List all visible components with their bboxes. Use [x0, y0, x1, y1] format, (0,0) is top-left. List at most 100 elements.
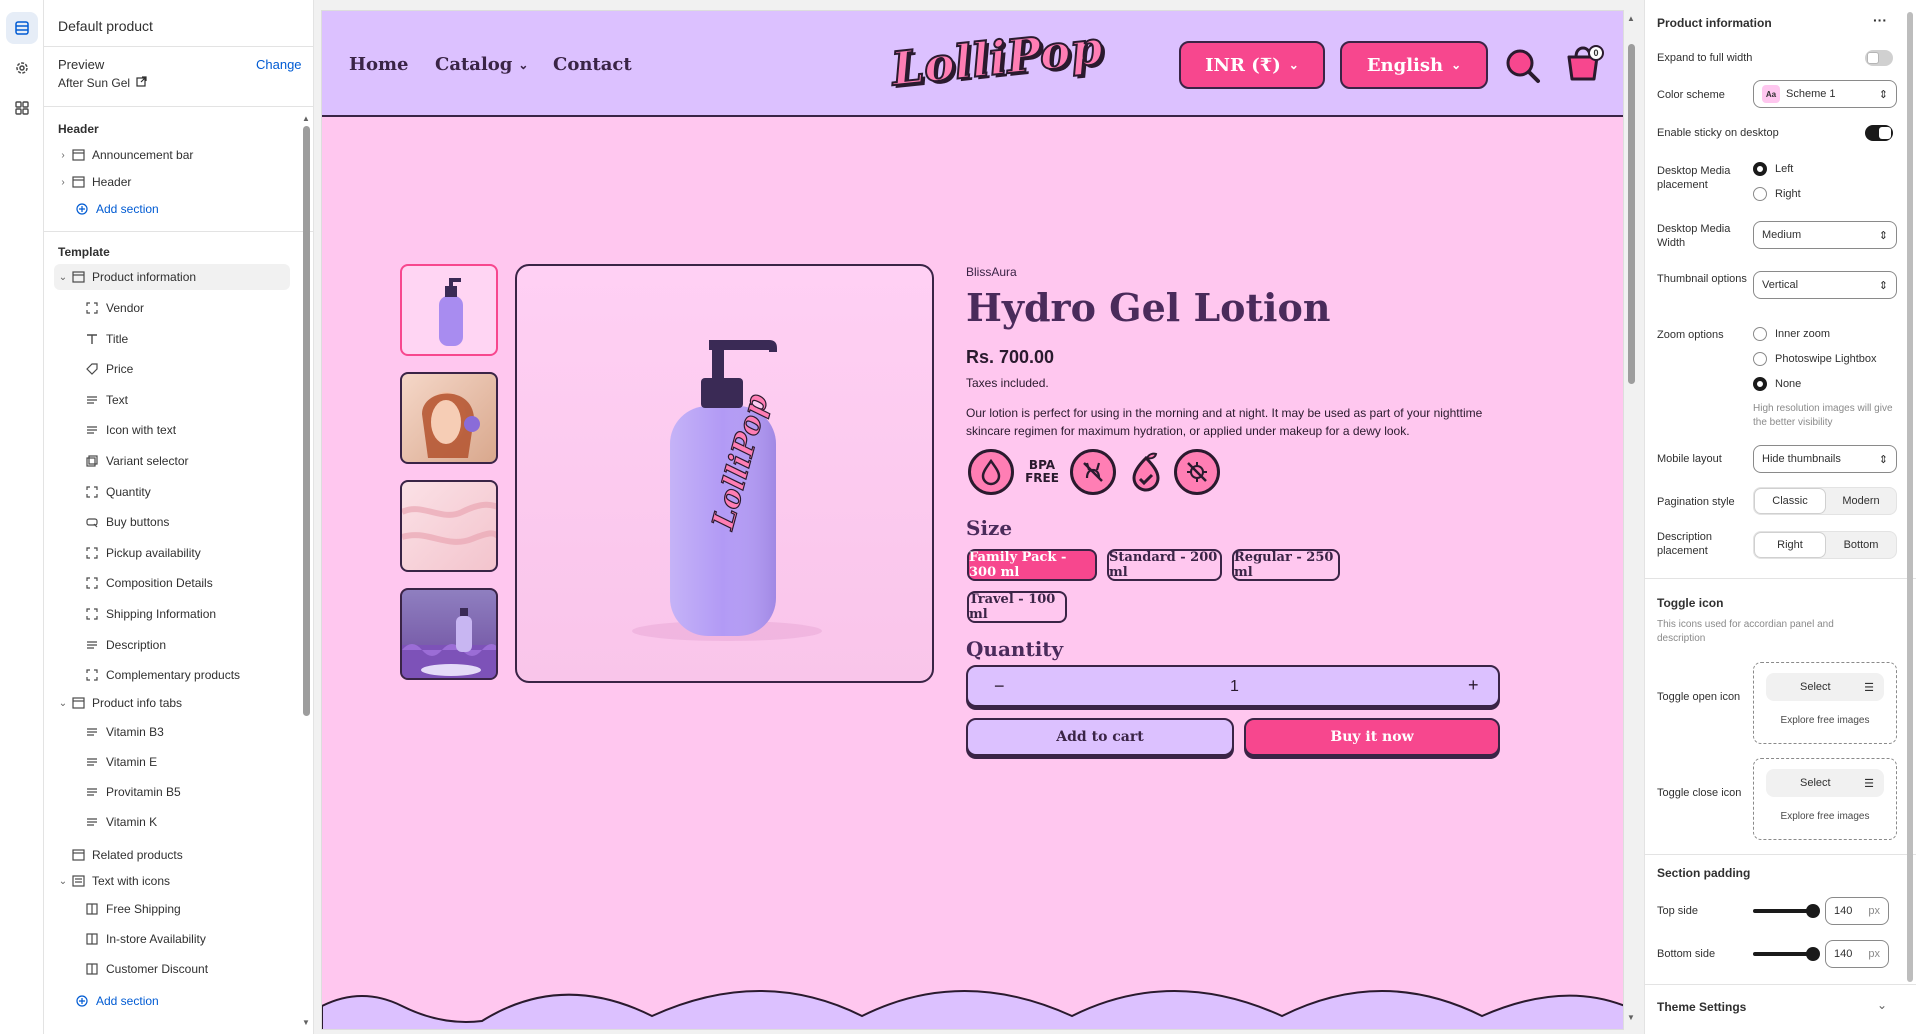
search-icon[interactable] [1504, 47, 1542, 90]
tree-block-item[interactable]: Description [84, 632, 313, 658]
tree-block-item[interactable]: Free Shipping [84, 896, 313, 922]
mobile-layout-select[interactable]: Hide thumbnails ⇕ [1753, 445, 1897, 473]
media-width-label: Desktop Media Width [1657, 223, 1731, 249]
tree-block-item[interactable]: Vitamin E [84, 749, 313, 775]
preview-scroll-down[interactable]: ▼ [1627, 1013, 1635, 1022]
tree-block-item[interactable]: Title [84, 326, 313, 352]
media-placement-right-radio[interactable]: Right [1753, 187, 1801, 201]
preview-product[interactable]: After Sun Gel [58, 76, 147, 90]
quantity-decrease-button[interactable]: − [994, 676, 1005, 697]
chevron-down-icon[interactable]: ⌄ [1877, 998, 1887, 1012]
bottom-side-label: Bottom side [1657, 948, 1716, 960]
nav-contact[interactable]: Contact [553, 54, 632, 75]
nav-home[interactable]: Home [349, 54, 409, 75]
zoom-inner-radio[interactable]: Inner zoom [1753, 327, 1830, 341]
main-product-image[interactable]: LolliPop [515, 264, 934, 683]
zoom-none-radio[interactable]: None [1753, 377, 1801, 391]
chevron-down-icon[interactable]: ⌄ [56, 876, 70, 887]
tree-block-item[interactable]: In-store Availability [84, 926, 313, 952]
tree-block-item[interactable]: Complementary products [84, 662, 313, 688]
add-section-header[interactable]: Add section [74, 196, 313, 222]
tree-item-product-information[interactable]: ⌄ Product information [54, 264, 290, 290]
size-option-standard[interactable]: Standard - 200 ml [1107, 549, 1222, 581]
apps-icon[interactable] [6, 92, 38, 124]
pagination-modern-option[interactable]: Modern [1826, 488, 1896, 514]
tree-item-announcement-bar[interactable]: › Announcement bar [56, 142, 306, 168]
add-to-cart-button[interactable]: Add to cart [966, 718, 1234, 756]
media-width-select[interactable]: Medium ⇕ [1753, 221, 1897, 249]
thumbnail-1[interactable] [400, 264, 498, 356]
toggle-open-select-button[interactable]: Select ☰ [1766, 673, 1884, 701]
tree-block-item[interactable]: Shipping Information [84, 601, 313, 627]
sticky-toggle[interactable] [1865, 125, 1893, 141]
tree-block-item[interactable]: Quantity [84, 479, 313, 505]
top-side-input[interactable]: 140 px [1825, 897, 1889, 925]
tree-block-item[interactable]: Buy buttons [84, 509, 313, 535]
tree-block-item[interactable]: Customer Discount [84, 956, 313, 982]
bottom-side-slider-knob[interactable] [1806, 947, 1820, 961]
tree-block-item[interactable]: Vendor [84, 295, 313, 321]
bottom-side-input[interactable]: 140 px [1825, 940, 1889, 968]
chevron-right-icon[interactable]: › [56, 177, 70, 188]
size-option-regular[interactable]: Regular - 250 ml [1232, 549, 1340, 581]
toggle-close-select-button[interactable]: Select ☰ [1766, 769, 1884, 797]
tree-block-item[interactable]: Text [84, 387, 313, 413]
cart-icon[interactable]: 0 [1564, 43, 1604, 88]
language-selector[interactable]: English ⌄ [1340, 41, 1488, 89]
description-bottom-option[interactable]: Bottom [1826, 532, 1896, 558]
gear-icon[interactable] [6, 52, 38, 84]
buy-now-button[interactable]: Buy it now [1244, 718, 1500, 756]
tree-block-item[interactable]: Vitamin B3 [84, 719, 313, 745]
bottom-side-slider-track[interactable] [1753, 952, 1813, 956]
more-actions-icon[interactable]: ··· [1873, 12, 1887, 28]
lotion-bottle-image: LolliPop [632, 340, 822, 641]
preview-change-link[interactable]: Change [256, 57, 302, 72]
add-section-template[interactable]: Add section [74, 988, 313, 1014]
quantity-input[interactable]: 1 [1230, 678, 1239, 696]
divider [44, 231, 313, 232]
thumbnail-3[interactable] [400, 480, 498, 572]
theme-settings-heading[interactable]: Theme Settings [1657, 1000, 1746, 1014]
chevron-right-icon[interactable]: › [56, 150, 70, 161]
scroll-up-arrow[interactable]: ▲ [302, 114, 310, 123]
tree-block-item[interactable]: Vitamin K [84, 809, 313, 835]
store-logo[interactable]: LolliPop [888, 19, 1106, 112]
zoom-photoswipe-radio[interactable]: Photoswipe Lightbox [1753, 352, 1877, 366]
sections-icon[interactable] [6, 12, 38, 44]
tree-item-product-info-tabs[interactable]: ⌄ Product info tabs [56, 690, 306, 716]
color-scheme-select[interactable]: Aa Scheme 1 ⇕ [1753, 80, 1897, 108]
tree-block-item[interactable]: Composition Details [84, 570, 313, 596]
thumbnail-options-select[interactable]: Vertical ⇕ [1753, 271, 1897, 299]
external-link-icon[interactable] [136, 76, 147, 90]
nav-catalog[interactable]: Catalog ⌄ [435, 54, 528, 75]
tree-block-item[interactable]: Icon with text [84, 417, 313, 443]
pagination-classic-option[interactable]: Classic [1754, 488, 1826, 514]
chevron-down-icon[interactable]: ⌄ [56, 272, 70, 283]
preview-scrollbar-thumb[interactable] [1628, 44, 1635, 384]
tree-block-item[interactable]: Variant selector [84, 448, 313, 474]
tree-item-related-products[interactable]: Related products [70, 842, 313, 868]
left-scrollbar-thumb[interactable] [303, 126, 310, 716]
tree-item-text-with-icons[interactable]: ⌄ Text with icons [56, 868, 306, 894]
tree-item-header[interactable]: › Header [56, 169, 306, 195]
top-side-slider-track[interactable] [1753, 909, 1813, 913]
settings-scrollbar-thumb[interactable] [1907, 12, 1913, 982]
explore-free-images-link[interactable]: Explore free images [1754, 811, 1896, 822]
tree-block-item[interactable]: Provitamin B5 [84, 779, 313, 805]
description-right-option[interactable]: Right [1754, 532, 1826, 558]
scroll-down-arrow[interactable]: ▼ [302, 1018, 310, 1027]
quantity-increase-button[interactable]: + [1468, 675, 1479, 696]
tree-block-item[interactable]: Price [84, 356, 313, 382]
chevron-down-icon[interactable]: ⌄ [56, 698, 70, 709]
media-placement-left-radio[interactable]: Left [1753, 162, 1793, 176]
size-option-travel[interactable]: Travel - 100 ml [967, 591, 1067, 623]
thumbnail-2[interactable] [400, 372, 498, 464]
top-side-slider-knob[interactable] [1806, 904, 1820, 918]
currency-selector[interactable]: INR (₹) ⌄ [1179, 41, 1325, 89]
size-option-family-pack[interactable]: Family Pack - 300 ml [967, 549, 1097, 581]
preview-scroll-up[interactable]: ▲ [1627, 14, 1635, 23]
explore-free-images-link[interactable]: Explore free images [1754, 715, 1896, 726]
expand-full-width-toggle[interactable] [1865, 50, 1893, 66]
tree-block-item[interactable]: Pickup availability [84, 540, 313, 566]
thumbnail-4[interactable] [400, 588, 498, 680]
